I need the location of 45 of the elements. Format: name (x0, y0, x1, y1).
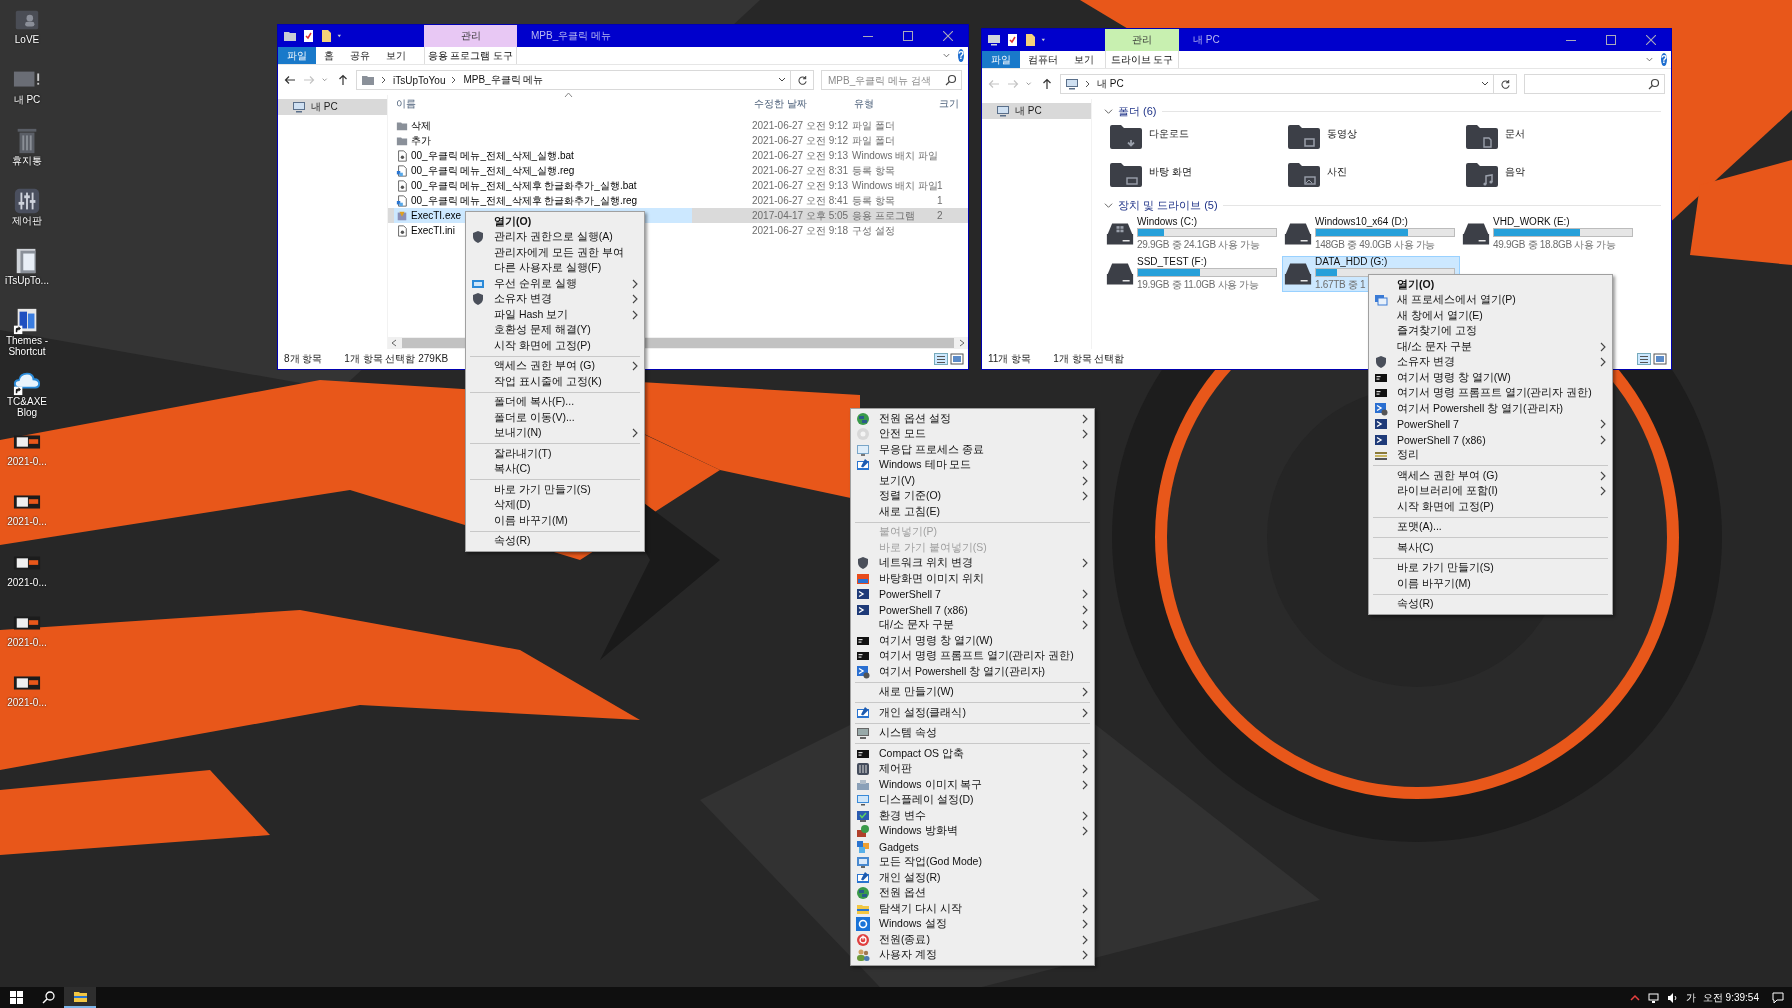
file-size: 1 (937, 180, 944, 191)
storage-space: 49.9GB 중 18.8GB 사용 가능 (1493, 238, 1616, 252)
storage-space: 19.9GB 중 11.0GB 사용 가능 (1137, 278, 1259, 292)
window-title: MPB_우클릭 메뉴 (530, 29, 612, 43)
file-type: 구성 설정 (852, 223, 896, 238)
file-type: 파일 폴더 (852, 133, 896, 148)
drive-name: VHD_WORK (E:) (1493, 216, 1570, 227)
file-type: 파일 폴더 (852, 118, 896, 133)
file-type: 등록 항목 (852, 193, 896, 208)
file-type: 등록 항목 (852, 163, 896, 178)
file-type: Windows 배치 파일 (852, 148, 937, 163)
modified-date: 2021-06-27 오전 8:31 (752, 163, 850, 178)
file-type: 응용 프로그램 (852, 208, 916, 223)
modified-date: 2021-06-27 오전 9:13 (752, 148, 850, 163)
context-tab-header: 관리 (1105, 29, 1179, 51)
selection-info: 1개 항목 선택함 279KB (344, 352, 449, 366)
modified-date: 2021-06-27 오전 9:12 (752, 133, 850, 148)
file-size: 1 (937, 195, 944, 206)
selection-info: 1개 항목 선택함 (1053, 352, 1125, 366)
file-name: 00_우클릭 메뉴_전체_삭제_실행.reg (411, 163, 575, 178)
storage-space: 29.9GB 중 24.1GB 사용 가능 (1137, 238, 1260, 252)
item-count: 11개 항목 (988, 352, 1032, 366)
drive-name: Windows10_x64 (D:) (1315, 216, 1408, 227)
window-title: 내 PC (1192, 33, 1221, 47)
modified-date: 2021-06-27 오전 9:12 (752, 118, 850, 133)
file-name: 추가 (411, 133, 431, 148)
file-size: 2 (937, 210, 944, 221)
storage-space: 148GB 중 49.0GB 사용 가능 (1315, 238, 1436, 252)
drive-name: Windows (C:) (1137, 216, 1197, 227)
modified-date: 2017-04-17 오후 5:05 (752, 208, 850, 223)
file-name: 00_우클릭 메뉴_전체_삭제_실행.bat (411, 148, 574, 163)
file-name: ExecTI.ini (411, 225, 455, 236)
modified-date: 2021-06-27 오전 8:41 (752, 193, 850, 208)
file-name: 00_우클릭 메뉴_전체_삭제후 한글화추가_실행.bat (411, 178, 637, 193)
drive-name: SSD_TEST (F:) (1137, 256, 1207, 267)
modified-date: 2021-06-27 오전 9:18 (752, 223, 850, 238)
modified-date: 2021-06-27 오전 9:13 (752, 178, 850, 193)
file-name: ExecTI.exe (411, 210, 462, 221)
item-count: 8개 항목 (284, 352, 323, 366)
file-type: Windows 배치 파일 (852, 178, 937, 193)
drive-name: DATA_HDD (G:) (1315, 256, 1388, 267)
context-tab-header: 관리 (424, 25, 517, 47)
file-name: 00_우클릭 메뉴_전체_삭제후 한글화추가_실행.reg (411, 193, 638, 208)
storage-space: 1.67TB 중 1 (1315, 278, 1366, 292)
file-name: 삭제 (411, 118, 431, 133)
